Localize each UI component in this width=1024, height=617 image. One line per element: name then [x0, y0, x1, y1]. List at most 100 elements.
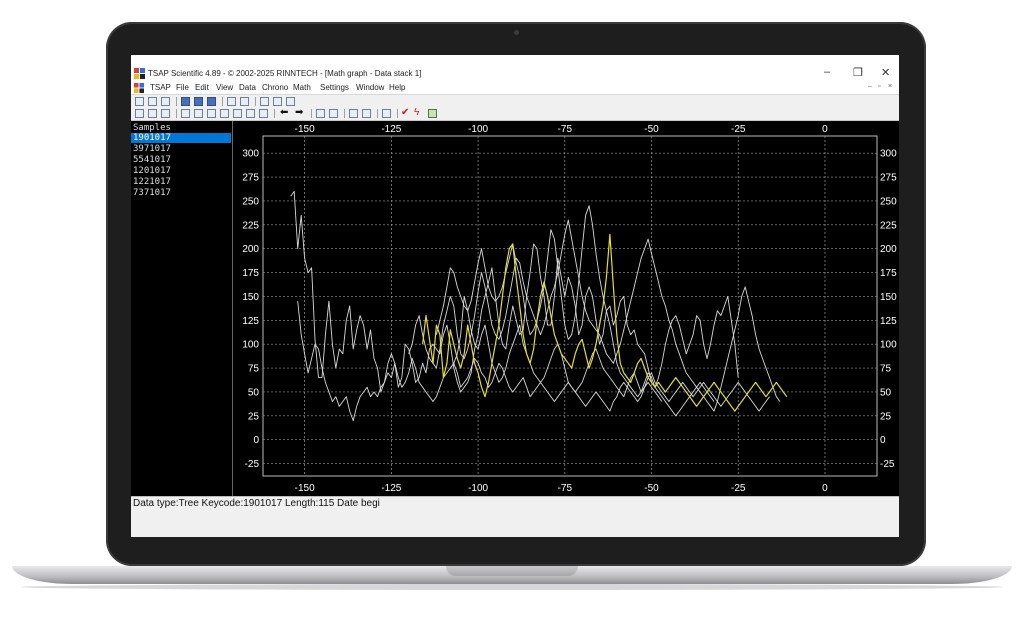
- copy-icon[interactable]: [316, 109, 325, 118]
- menu-edit[interactable]: Edit: [195, 83, 209, 92]
- title-bar: TSAP Scientific 4.89 - © 2002-2025 RINNT…: [131, 55, 899, 82]
- sample-item[interactable]: 7371017: [131, 188, 231, 198]
- x-tick-label-bottom: -125: [381, 483, 401, 494]
- chart-line-icon[interactable]: [181, 109, 190, 118]
- samples-panel: Samples 1901017 3971017 5541017 1201017 …: [131, 121, 233, 496]
- y-tick-label-right: 250: [880, 196, 897, 207]
- menu-math[interactable]: Math: [293, 83, 311, 92]
- x-tick-label-top: -125: [381, 124, 401, 135]
- x-tick-label-bottom: -50: [644, 483, 659, 494]
- close-button[interactable]: ✕: [881, 66, 890, 79]
- toolbar-top: [131, 94, 899, 108]
- math-graph[interactable]: -150 -150 -125 -125 -100 -100 -75 -75 -50 -50 -25 -…: [233, 121, 899, 496]
- sample-item[interactable]: 3971017: [131, 144, 231, 154]
- grid-icon[interactable]: [135, 109, 144, 118]
- y-tick-label-right: 275: [880, 173, 897, 184]
- chart-step-icon[interactable]: [220, 109, 229, 118]
- sample-item[interactable]: 5541017: [131, 155, 231, 165]
- table-icon[interactable]: [148, 109, 157, 118]
- menu-tsap[interactable]: TSAP: [150, 83, 171, 92]
- new-file-icon[interactable]: [135, 97, 144, 106]
- y-tick-label-right: 175: [880, 268, 897, 279]
- y-tick-label-right: 0: [880, 435, 886, 446]
- chart-bar-icon[interactable]: [194, 109, 203, 118]
- crossdate-icon[interactable]: [260, 97, 269, 106]
- y-tick-label-left: 275: [242, 173, 259, 184]
- columns-icon[interactable]: [207, 97, 216, 106]
- toolbar-separator: [222, 97, 223, 106]
- y-tick-label-left: -25: [245, 459, 260, 470]
- minimize-button[interactable]: –: [824, 66, 830, 78]
- chart-scale-icon[interactable]: [233, 109, 242, 118]
- print-preview-icon[interactable]: [362, 109, 371, 118]
- y-tick-label-left: 0: [253, 435, 259, 446]
- chart-area-icon[interactable]: [207, 109, 216, 118]
- y-tick-label-left: 125: [242, 316, 259, 327]
- graph-canvas[interactable]: -150 -150 -125 -125 -100 -100 -75 -75 -50 -50 -25 -…: [233, 121, 899, 496]
- y-tick-label-left: 175: [242, 268, 259, 279]
- report-icon[interactable]: [428, 109, 437, 118]
- menu-data[interactable]: Data: [239, 83, 256, 92]
- chart-stack-icon[interactable]: [259, 109, 268, 118]
- x-tick-label-top: -50: [644, 124, 659, 135]
- check-stats-icon[interactable]: ϟ: [414, 107, 419, 119]
- status-bar: Data type:Tree Keycode:1901017 Length:11…: [131, 496, 899, 511]
- calculator-icon[interactable]: [382, 109, 391, 118]
- x-tick-label-top: -150: [295, 124, 315, 135]
- sync-icon[interactable]: [286, 97, 295, 106]
- mdi-minimize-button[interactable]: –: [868, 83, 872, 90]
- measure-icon[interactable]: [227, 97, 236, 106]
- chart-fit-icon[interactable]: [246, 109, 255, 118]
- x-tick-label-bottom: -150: [295, 483, 315, 494]
- y-tick-label-left: 100: [242, 340, 259, 351]
- sample-item[interactable]: 1201017: [131, 166, 231, 176]
- y-tick-label-right: 225: [880, 220, 897, 231]
- series-line: [297, 301, 663, 422]
- mdi-close-button[interactable]: ×: [888, 83, 892, 90]
- y-tick-label-right: -25: [880, 459, 895, 470]
- print-icon[interactable]: [349, 109, 358, 118]
- arrow-left-icon[interactable]: ⬅: [280, 107, 288, 119]
- x-tick-label-top: 0: [822, 124, 828, 135]
- status-text: Data type:Tree Keycode:1901017 Length:11…: [133, 498, 380, 509]
- save-file-icon[interactable]: [161, 97, 170, 106]
- x-tick-label-bottom: 0: [822, 483, 828, 494]
- x-tick-label-bottom: -75: [558, 483, 573, 494]
- menu-window[interactable]: Window: [356, 83, 384, 92]
- open-file-icon[interactable]: [148, 97, 157, 106]
- table-edit-icon[interactable]: [161, 109, 170, 118]
- toolbar-separator: [377, 109, 378, 118]
- toolbar-separator: [255, 97, 256, 106]
- menu-chrono[interactable]: Chrono: [262, 83, 288, 92]
- menu-file[interactable]: File: [176, 83, 189, 92]
- mdi-app-icon[interactable]: [134, 83, 144, 93]
- sample-item[interactable]: 1221017: [131, 177, 231, 187]
- y-tick-label-left: 50: [248, 387, 260, 398]
- samples-title: Samples: [133, 123, 171, 133]
- check-icon[interactable]: ✔: [401, 107, 409, 119]
- list-icon[interactable]: [194, 97, 203, 106]
- export-icon[interactable]: [329, 109, 338, 118]
- restore-button[interactable]: ❐: [853, 66, 863, 79]
- app-logo-icon: [134, 68, 145, 79]
- menu-settings[interactable]: Settings: [320, 83, 349, 92]
- toolbar-separator: [176, 97, 177, 106]
- menu-view[interactable]: View: [216, 83, 233, 92]
- measure-all-icon[interactable]: [240, 97, 249, 106]
- y-tick-label-right: 200: [880, 244, 897, 255]
- compare-icon[interactable]: [273, 97, 282, 106]
- toolbar-separator: [274, 109, 275, 118]
- x-tick-label-top: -25: [731, 124, 746, 135]
- toolbar-separator: [311, 109, 312, 118]
- arrow-right-icon[interactable]: ➡: [295, 107, 303, 119]
- toolbar-separator: [397, 109, 398, 118]
- stack-icon[interactable]: [181, 97, 190, 106]
- x-tick-label-top: -75: [558, 124, 573, 135]
- menu-help[interactable]: Help: [389, 83, 405, 92]
- plot-frame: [262, 135, 878, 477]
- mdi-restore-button[interactable]: ▫: [878, 83, 880, 90]
- series-line: [290, 190, 739, 393]
- toolbar-separator: [344, 109, 345, 118]
- menu-bar: TSAP File Edit View Data Chrono Math Set…: [131, 82, 899, 94]
- sample-item-selected[interactable]: 1901017: [131, 133, 231, 143]
